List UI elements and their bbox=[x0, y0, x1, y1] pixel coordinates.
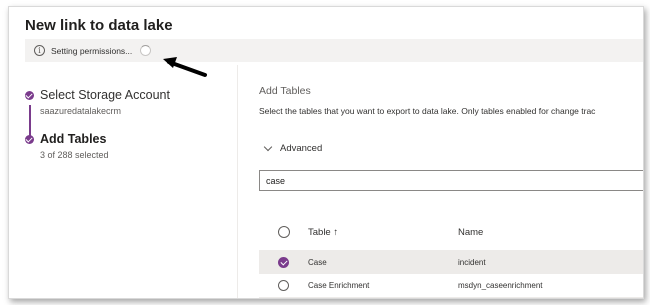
step-subtitle: 3 of 288 selected bbox=[40, 150, 109, 160]
row-checkbox[interactable] bbox=[278, 256, 289, 268]
column-header-name[interactable]: Name bbox=[458, 227, 643, 238]
step-subtitle: saazuredatalakecrm bbox=[40, 106, 122, 116]
advanced-label: Advanced bbox=[280, 143, 323, 154]
column-header-table[interactable]: Table ↑ bbox=[308, 227, 458, 238]
row-table-cell: Case Enrichment bbox=[308, 281, 370, 290]
row-name-cell: incident bbox=[458, 257, 486, 267]
row-checkbox[interactable] bbox=[278, 280, 289, 291]
dialog-title: New link to data lake bbox=[25, 17, 173, 34]
panel-divider bbox=[237, 65, 238, 298]
chevron-down-icon bbox=[263, 142, 273, 152]
step-title: Add Tables bbox=[40, 132, 107, 146]
advanced-toggle[interactable]: Advanced bbox=[263, 142, 323, 154]
table-search-input[interactable] bbox=[259, 170, 643, 191]
select-all-checkbox[interactable] bbox=[277, 226, 290, 238]
panel-description: Select the tables that you want to expor… bbox=[259, 106, 596, 116]
status-bar: i Setting permissions... bbox=[25, 39, 643, 62]
status-text: Setting permissions... bbox=[51, 45, 133, 56]
info-icon: i bbox=[34, 45, 45, 56]
check-icon bbox=[25, 91, 34, 100]
row-name-cell: msdyn_caseenrichment bbox=[458, 281, 543, 290]
loading-spinner-icon bbox=[140, 45, 152, 56]
table-row[interactable]: Case incident bbox=[259, 250, 643, 274]
tables-list: Table ↑ Name Case incident Case Enrichme… bbox=[259, 220, 644, 299]
check-icon bbox=[25, 135, 34, 144]
row-table-cell: Case bbox=[308, 257, 327, 267]
step-title: Select Storage Account bbox=[40, 88, 170, 102]
dialog: New link to data lake i Setting permissi… bbox=[8, 6, 644, 299]
table-row[interactable] bbox=[259, 298, 644, 299]
step-select-storage-account[interactable]: Select Storage Account saazuredatalakecr… bbox=[25, 88, 170, 116]
table-header: Table ↑ Name bbox=[259, 220, 643, 244]
table-row[interactable]: Case Enrichment msdyn_caseenrichment bbox=[259, 274, 643, 298]
panel-heading: Add Tables bbox=[259, 85, 311, 97]
step-add-tables[interactable]: Add Tables 3 of 288 selected bbox=[25, 132, 109, 160]
add-tables-panel: Add Tables Select the tables that you wa… bbox=[259, 85, 643, 116]
arrow-pointer-icon bbox=[163, 57, 207, 77]
